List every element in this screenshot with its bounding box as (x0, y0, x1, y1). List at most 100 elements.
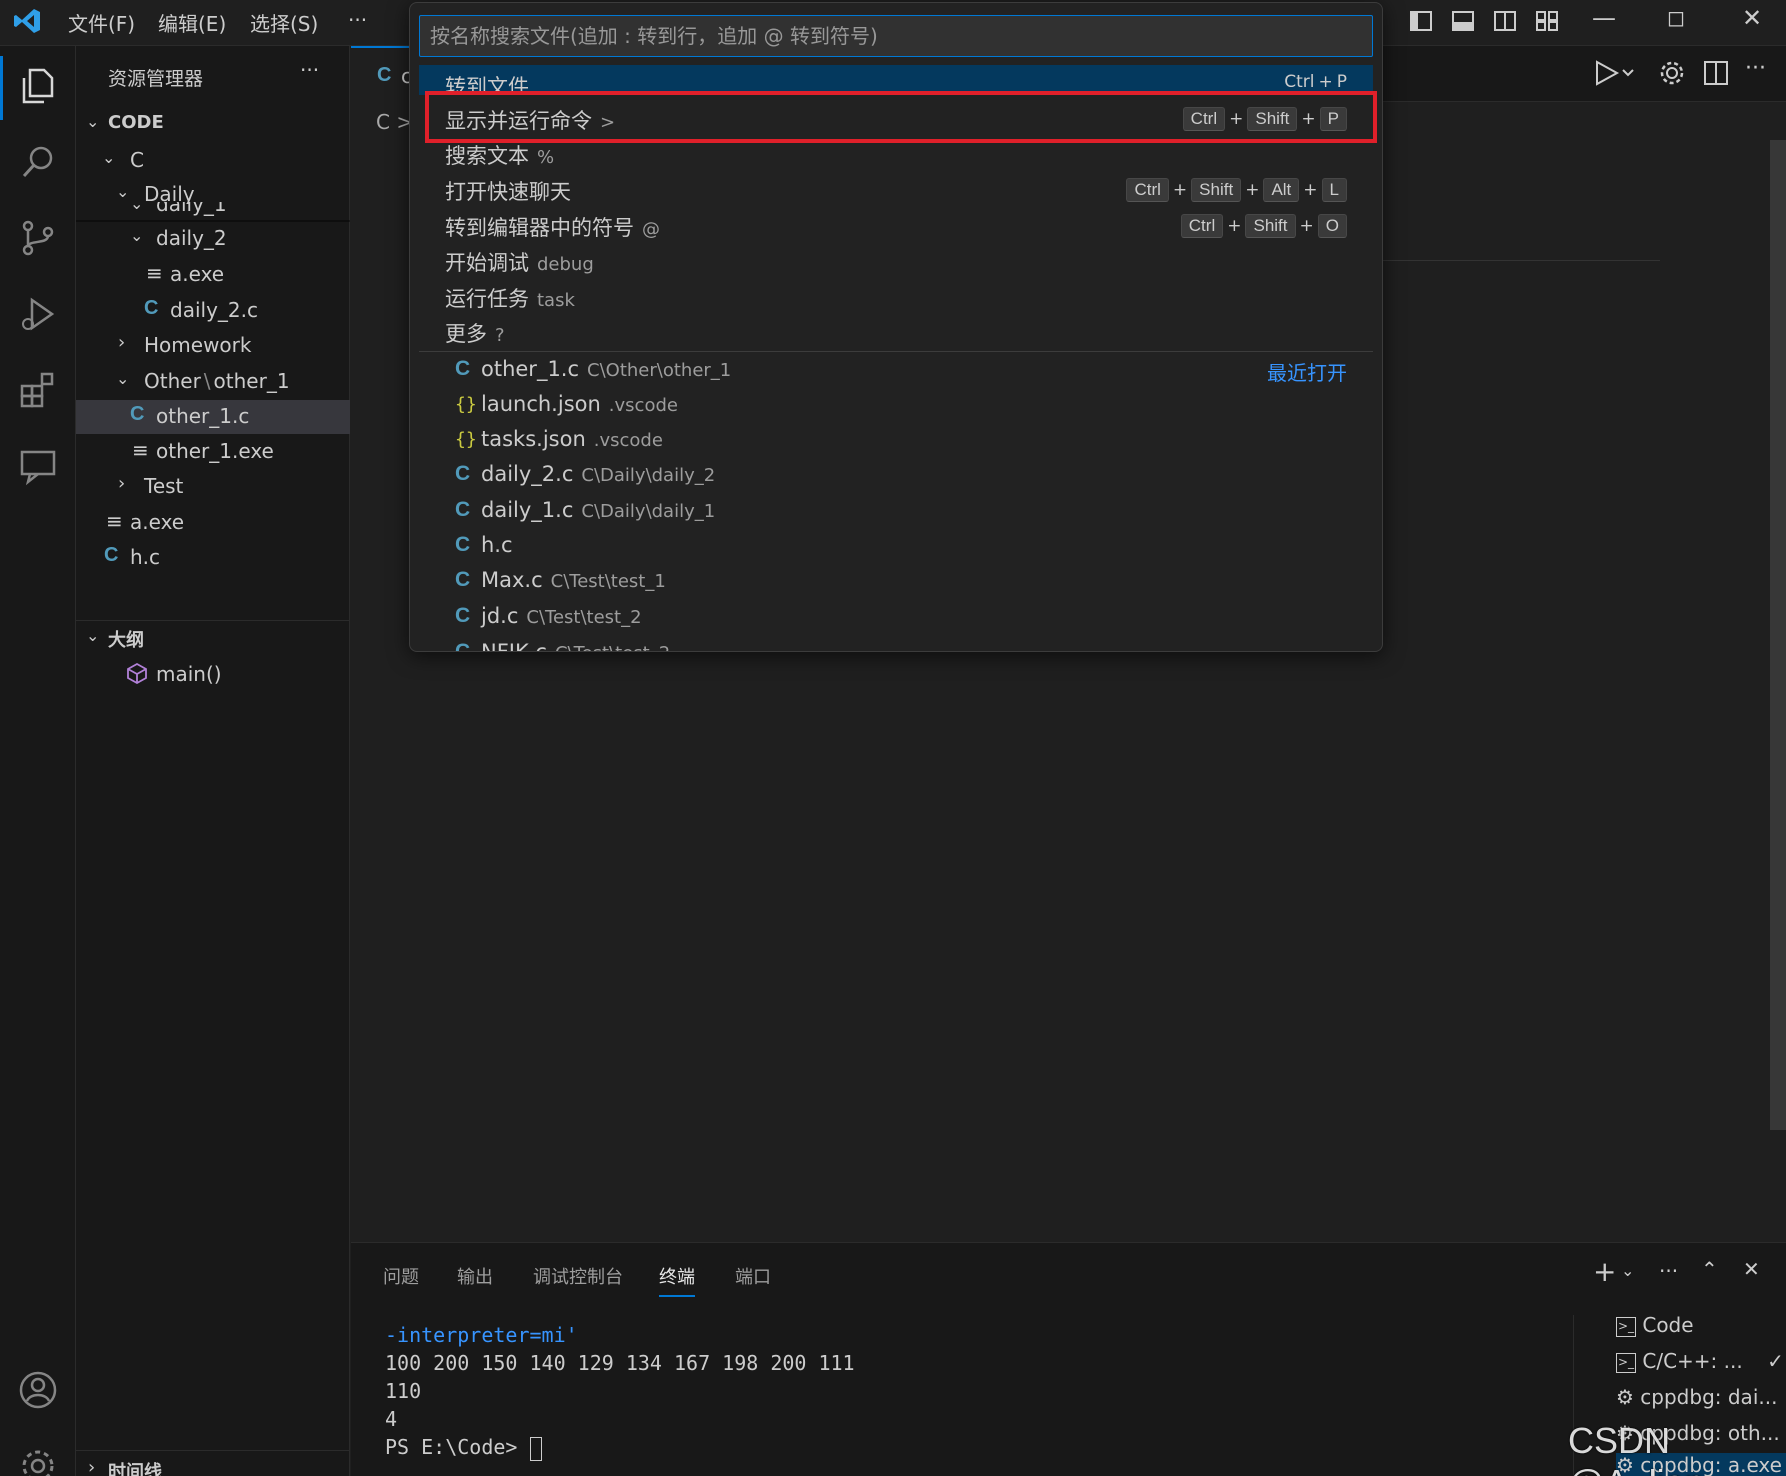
tree-file-h-c[interactable]: C h.c (76, 541, 350, 575)
minimize-icon[interactable]: — (1584, 4, 1624, 32)
menu-edit[interactable]: 编辑(E) (158, 8, 226, 37)
file-path: C\Other\other_1 (587, 360, 732, 381)
terminal-instance-cpp[interactable]: >_ C/C++: ... ✓ (1616, 1349, 1784, 1373)
key: O (1317, 214, 1347, 238)
run-debug-icon[interactable] (14, 290, 62, 338)
editor-scrollbar[interactable] (1770, 140, 1786, 1130)
tree-folder-other[interactable]: ⌄ Other \ other_1 (76, 365, 350, 399)
recent-file-item[interactable]: C jd.c C\Test\test_2 (419, 601, 1373, 636)
file-path: C\Test\test_2 (526, 607, 642, 628)
tree-folder-daily-2[interactable]: ⌄ daily_2 (76, 222, 350, 256)
key: Shift (1245, 214, 1296, 238)
account-icon[interactable] (14, 1366, 62, 1414)
close-panel-icon[interactable]: ✕ (1743, 1257, 1760, 1281)
command-start-debugging[interactable]: 开始调试 debug (419, 244, 1373, 279)
tree-file-a-exe[interactable]: ≡ a.exe (76, 258, 350, 292)
terminal-instance-cppdbg-daily[interactable]: ⚙ cppdbg: dai... (1616, 1385, 1777, 1409)
tree-file-other-1-c[interactable]: C other_1.c (76, 400, 350, 434)
binary-file-icon: ≡ (132, 438, 149, 462)
menu-file[interactable]: 文件(F) (68, 8, 135, 37)
folder-name-other-1: other_1 (213, 369, 290, 393)
recent-file-item[interactable]: C other_1.c C\Other\other_1 最近打开 (419, 354, 1373, 389)
toggle-secondary-sidebar-icon[interactable] (1492, 8, 1518, 34)
run-file-icon[interactable] (1591, 58, 1635, 92)
tab-problems[interactable]: 问题 (383, 1263, 419, 1289)
outline-header[interactable]: ⌄ 大纲 (76, 622, 350, 656)
watermark-text: CSDN @A_lien (1568, 1420, 1705, 1476)
tab-terminal[interactable]: 终端 (659, 1263, 695, 1297)
gear-icon[interactable] (1657, 58, 1687, 92)
c-file-icon: C (377, 64, 392, 86)
command-run-task[interactable]: 运行任务 task (419, 280, 1373, 315)
command-go-to-symbol[interactable]: 转到编辑器中的符号 @ Ctrl + Shift + O (419, 209, 1373, 244)
chevron-down-icon: ⌄ (130, 202, 144, 213)
new-terminal-plus-icon[interactable]: + (1593, 1255, 1616, 1288)
outline-item-main[interactable]: main() (76, 658, 350, 692)
command-more[interactable]: 更多? (419, 315, 1373, 350)
recent-file-item[interactable]: C daily_2.c C\Daily\daily_2 (419, 459, 1373, 494)
remote-explorer-icon[interactable] (14, 442, 62, 490)
file-name: daily_2.c (481, 462, 574, 486)
timeline-header[interactable]: › 时间线 (76, 1454, 350, 1476)
maximize-icon[interactable]: ◻ (1656, 6, 1696, 31)
recent-file-item[interactable]: {} tasks.json .vscode (419, 424, 1373, 459)
tab-ports[interactable]: 端口 (735, 1263, 771, 1289)
method-cube-icon (126, 662, 148, 689)
sidebar-more-button[interactable]: ··· (300, 58, 319, 82)
tree-file-daily-2-c[interactable]: C daily_2.c (76, 294, 350, 328)
c-file-icon: C (104, 544, 119, 566)
menu-more[interactable]: ··· (348, 8, 367, 32)
tree-folder-daily[interactable]: ⌄ Daily (76, 178, 350, 204)
settings-gear-icon[interactable] (14, 1442, 62, 1476)
tree-label: a.exe (170, 262, 225, 286)
command-open-quick-chat[interactable]: 打开快速聊天 Ctrl + Shift + Alt + L (419, 173, 1373, 208)
file-name: tasks.json (481, 427, 586, 451)
recent-file-item[interactable]: C NFIK.c C\Test\test_2 (419, 637, 1373, 651)
tree-folder-homework[interactable]: › Homework (76, 329, 350, 363)
editor-tab-active[interactable]: C c (351, 46, 412, 102)
editor-more-actions[interactable]: ··· (1745, 56, 1766, 81)
tab-debug-console[interactable]: 调试控制台 (533, 1263, 623, 1289)
tree-label: Other \ other_1 (144, 369, 290, 393)
terminal-instance-code[interactable]: >_ Code (1616, 1313, 1694, 1337)
recent-file-item[interactable]: C daily_1.c C\Daily\daily_1 (419, 495, 1373, 530)
split-editor-icon[interactable] (1701, 58, 1731, 92)
extensions-icon[interactable] (14, 366, 62, 414)
key-plus: + (1303, 180, 1318, 200)
tree-folder-daily-1[interactable]: ⌄ daily_1 (76, 202, 350, 220)
tab-output[interactable]: 输出 (457, 1263, 493, 1289)
recent-file-item[interactable]: C Max.c C\Test\test_1 (419, 565, 1373, 600)
file-path: C\Daily\daily_1 (581, 501, 716, 522)
chevron-down-icon[interactable]: ⌄ (1621, 1261, 1634, 1280)
vscode-logo-icon (12, 6, 42, 40)
recent-file-item[interactable]: C h.c (419, 530, 1373, 565)
search-icon[interactable] (14, 138, 62, 186)
key-plus: + (1245, 180, 1260, 200)
tree-folder-c[interactable]: ⌄ C (76, 144, 350, 178)
close-icon[interactable]: ✕ (1732, 4, 1772, 32)
source-control-icon[interactable] (14, 214, 62, 262)
recent-file-item[interactable]: {} launch.json .vscode (419, 389, 1373, 424)
quick-open-input[interactable] (419, 15, 1373, 57)
tree-folder-test[interactable]: › Test (76, 470, 350, 504)
tree-label: Test (144, 474, 184, 498)
toggle-primary-sidebar-icon[interactable] (1408, 8, 1434, 34)
terminal-prompt[interactable]: PS E:\Code> (385, 1435, 542, 1461)
menu-selection[interactable]: 选择(S) (250, 8, 318, 37)
c-file-icon: C (455, 604, 471, 627)
maximize-panel-icon[interactable]: ⌃ (1701, 1257, 1718, 1281)
tree-file-a-exe-root[interactable]: ≡ a.exe (76, 506, 350, 540)
tree-label: C (130, 148, 144, 172)
keybinding: Ctrl + P (1284, 72, 1347, 92)
breadcrumb[interactable]: C > (376, 110, 413, 134)
terminal-line: 4 (385, 1407, 398, 1431)
panel-more-actions[interactable]: ··· (1659, 1259, 1678, 1283)
tree-file-other-1-exe[interactable]: ≡ other_1.exe (76, 435, 350, 469)
command-prefix: ? (495, 325, 505, 346)
workspace-header[interactable]: ⌄ CODE (76, 108, 350, 142)
customize-layout-icon[interactable] (1534, 8, 1560, 34)
tree-label: main() (156, 662, 222, 686)
explorer-icon[interactable] (14, 62, 62, 110)
toggle-panel-icon[interactable] (1450, 8, 1476, 34)
c-file-icon: C (455, 498, 471, 521)
